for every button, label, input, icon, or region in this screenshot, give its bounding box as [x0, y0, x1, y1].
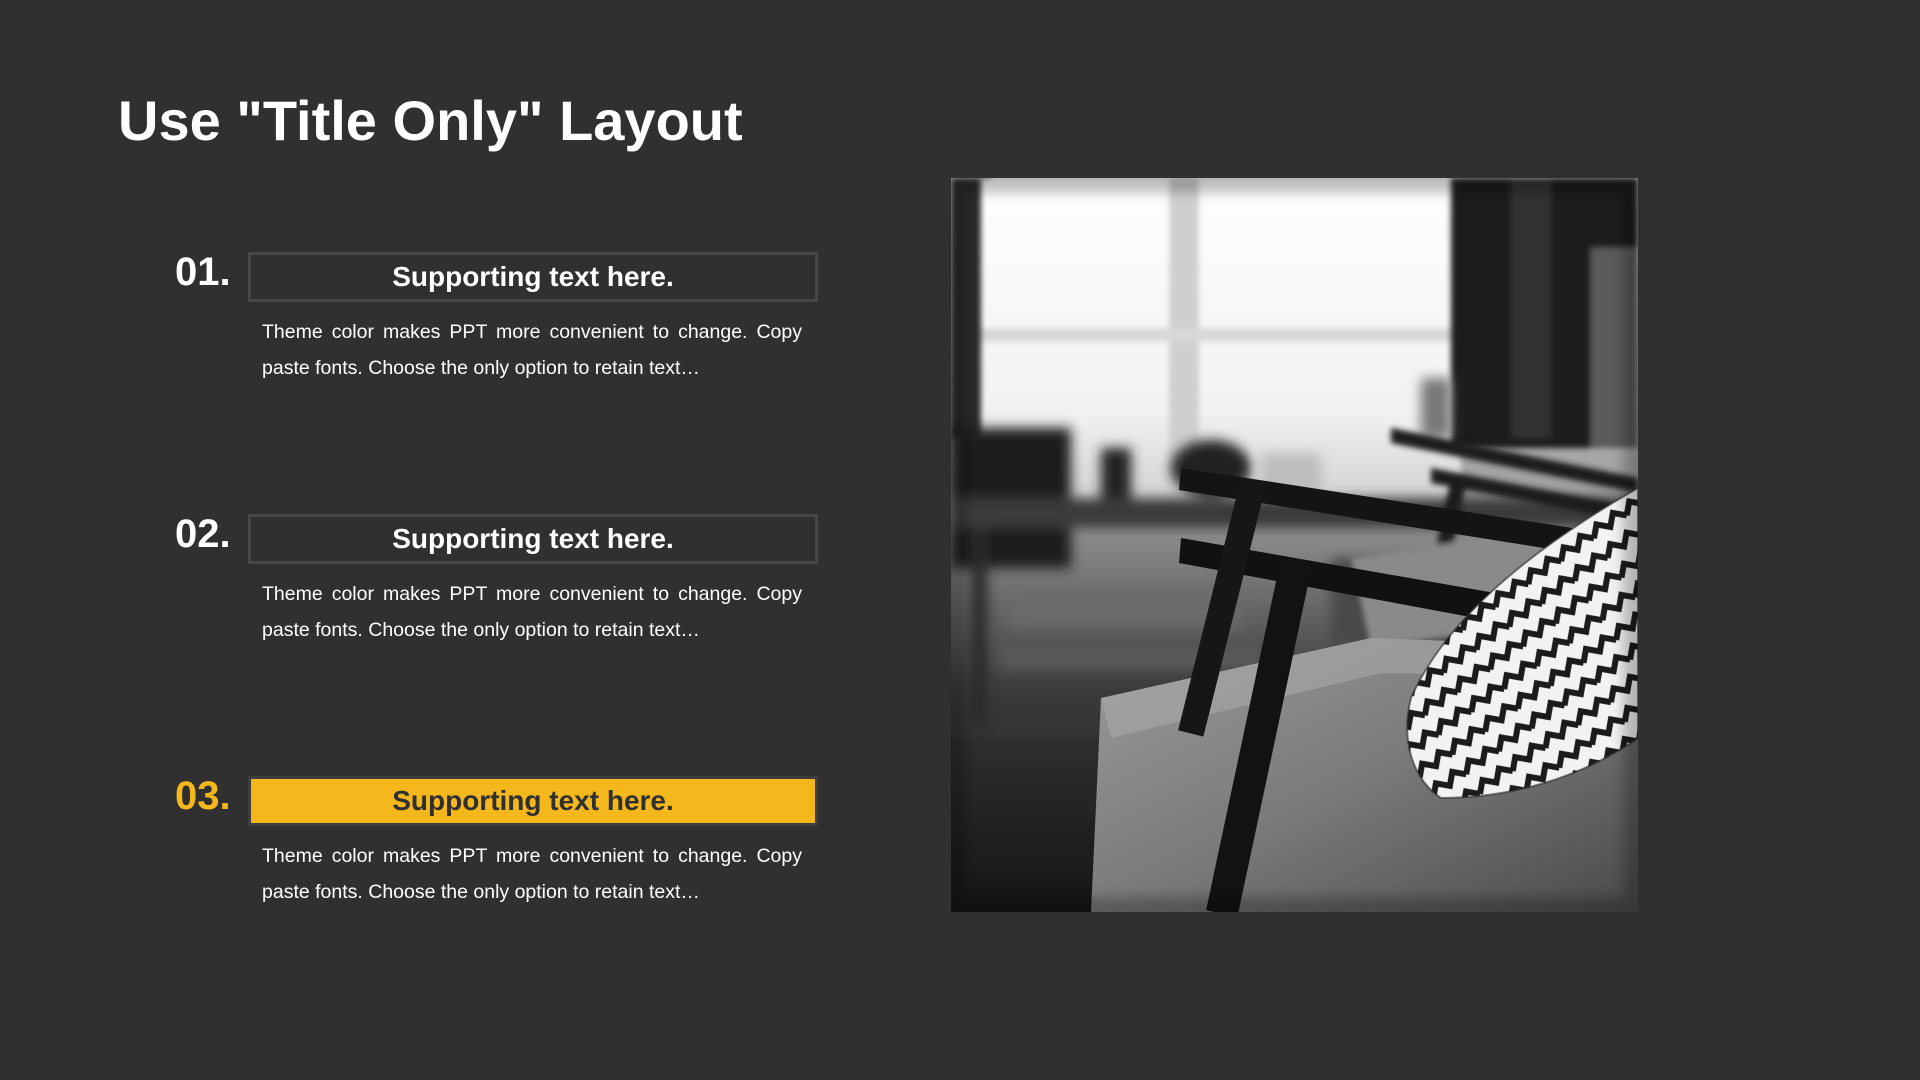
list-item: 03. Supporting text here. Theme color ma…: [170, 772, 830, 952]
item-description[interactable]: Theme color makes PPT more convenient to…: [262, 838, 802, 910]
list-item: 02. Supporting text here. Theme color ma…: [170, 510, 830, 690]
item-heading-box[interactable]: Supporting text here.: [248, 252, 818, 302]
armchair-photo[interactable]: [951, 178, 1638, 912]
item-number: 02.: [175, 512, 231, 556]
item-heading-box[interactable]: Supporting text here.: [248, 776, 818, 826]
item-description[interactable]: Theme color makes PPT more convenient to…: [262, 576, 802, 648]
slide: Use "Title Only" Layout 01. Supporting t…: [0, 0, 1920, 1080]
item-number: 01.: [175, 250, 231, 294]
item-number: 03.: [175, 774, 231, 818]
photo-illustration: [951, 178, 1638, 912]
item-description[interactable]: Theme color makes PPT more convenient to…: [262, 314, 802, 386]
slide-title[interactable]: Use "Title Only" Layout: [118, 88, 743, 153]
item-heading-box[interactable]: Supporting text here.: [248, 514, 818, 564]
list-item: 01. Supporting text here. Theme color ma…: [170, 248, 830, 428]
